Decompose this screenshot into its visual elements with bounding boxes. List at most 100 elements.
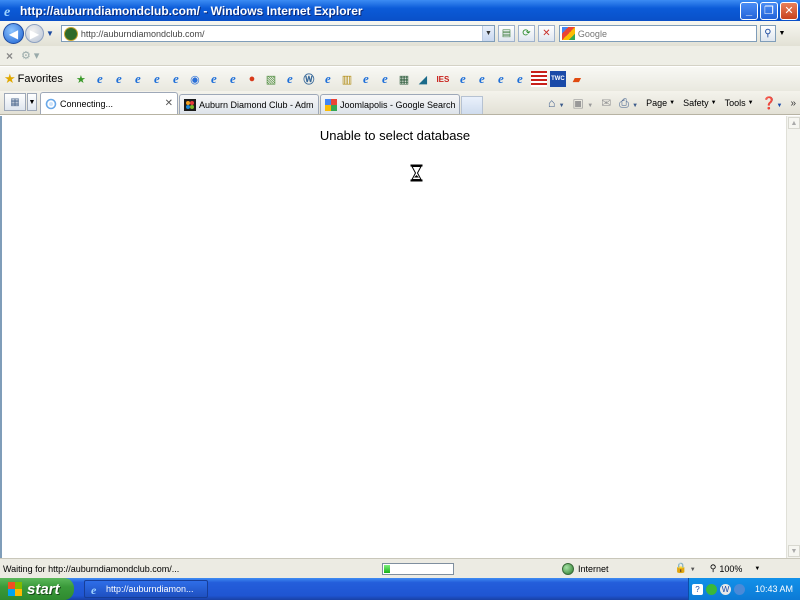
ie-window: e http://auburndiamondclub.com/ - Window… [0,0,800,600]
page-content: Unable to select database [0,116,786,558]
command-bar: ⌂ ▼ ▣ ▼ ✉ ⎙ ▼ Page ▼ Safety ▼ Tools ▼ ❓▼ » [487,92,800,114]
address-dropdown-icon[interactable]: ▼ [481,26,494,41]
google-favicon-icon [325,98,337,111]
favorite-grid-icon[interactable]: ▦ [396,71,412,87]
tab-auburn-admin[interactable]: Auburn Diamond Club - Admi... [179,94,319,114]
toolbar-options-icon[interactable]: ⚙ ▾ [21,49,39,62]
safety-menu[interactable]: Safety ▼ [683,98,716,108]
favorite-twc-icon[interactable]: TWC [549,71,566,87]
favorite-plane-icon[interactable]: ◢ [415,71,431,87]
favorites-bar: ★ Favorites ★ e e e e e ◉ e e ● ▧ e Ⓦ e … [0,67,800,91]
address-bar[interactable]: http://auburndiamondclub.com/ ▼ [60,25,495,42]
quick-tabs-button[interactable]: ▦ [4,93,26,111]
close-window-button[interactable]: ✕ [780,1,798,20]
tab-label: Joomlapolis - Google Search [340,99,455,110]
favorite-link-icon[interactable]: e [149,71,165,87]
taskbar-item-ie[interactable]: e http://auburndiamon... [84,580,208,598]
search-button[interactable]: ⚲ [759,25,776,42]
new-tab-button[interactable] [461,96,483,114]
favorite-link-icon[interactable]: e [455,71,471,87]
tools-menu[interactable]: Tools ▼ [725,98,754,108]
favorite-link-icon[interactable]: e [168,71,184,87]
favorite-globe-icon[interactable]: ◉ [187,71,203,87]
favorite-link-icon[interactable]: e [225,71,241,87]
zoom-control[interactable]: ⚲ 100% ▼ [710,563,761,574]
magnifier-icon: ⚲ [764,28,772,39]
toolbar-row: × ⚙ ▾ [0,46,800,66]
address-input[interactable]: http://auburndiamondclub.com/ [81,29,482,39]
close-toolbar-icon[interactable]: × [6,49,13,63]
favorite-us-flag-icon[interactable]: · [530,71,547,87]
network-tray-icon[interactable] [706,583,717,595]
error-message: Unable to select database [319,128,471,143]
joomla-logo-icon [184,98,196,111]
taskbar: start e http://auburndiamon... ? W 10:43… [0,578,800,600]
favorite-link-icon[interactable]: e [493,71,509,87]
add-favorite-icon[interactable]: ★ [73,71,89,87]
tab-connecting[interactable]: Connecting... ✕ [40,92,178,114]
tab-joomlapolis-search[interactable]: Joomlapolis - Google Search [320,94,460,114]
favorite-link-icon[interactable]: e [474,71,490,87]
back-button[interactable]: ◀ [3,23,24,44]
favorite-ies-icon[interactable]: IES [434,71,452,87]
title-bar[interactable]: e http://auburndiamondclub.com/ - Window… [0,0,800,21]
favorite-office-icon[interactable]: ▰ [569,71,585,87]
favorite-link-icon[interactable]: e [206,71,222,87]
svg-text:e: e [91,583,97,595]
feeds-icon[interactable]: ▣ ▼ [573,96,594,110]
minimize-button[interactable]: _ [740,1,758,20]
protected-mode-icon[interactable]: 🔒 ▼ [675,563,696,574]
favorites-button[interactable]: Favorites [18,73,63,85]
favorite-link-icon[interactable]: e [377,71,393,87]
security-zone[interactable]: Internet [562,562,609,575]
scroll-down-icon[interactable]: ▼ [788,545,800,557]
favorites-star-icon[interactable]: ★ [4,71,16,87]
safety-menu-label: Safety [683,98,709,108]
start-label: start [27,580,60,598]
stop-button[interactable]: ✕ [537,25,555,42]
search-input[interactable] [577,28,756,39]
tab-list-button[interactable]: ▼ [27,93,37,111]
refresh-button[interactable]: ⟳ [517,25,535,42]
favorite-chart-icon[interactable]: ▧ [263,71,279,87]
mail-icon[interactable]: ✉ [601,96,611,110]
zoom-level: 100% [719,563,743,574]
windows-logo-icon [8,582,22,596]
home-icon[interactable]: ⌂ ▼ [548,96,565,110]
favorite-link-icon[interactable]: e [358,71,374,87]
chevron-more-icon[interactable]: » [790,98,796,109]
vertical-scrollbar[interactable]: ▲ ▼ [786,116,800,558]
favorite-link-icon[interactable]: e [130,71,146,87]
volume-tray-icon[interactable] [734,583,745,595]
progress-fill [384,564,390,573]
favorite-link-icon[interactable]: e [282,71,298,87]
favorite-link-icon[interactable]: e [92,71,108,87]
search-box[interactable] [558,25,757,42]
google-logo-icon [561,27,575,40]
site-favicon-icon [63,26,78,41]
favorite-link-icon[interactable]: e [512,71,528,87]
forward-button[interactable]: ▶ [25,24,44,43]
favorite-wordpress-icon[interactable]: Ⓦ [301,71,317,87]
favorite-bars-icon[interactable]: ▥ [339,71,355,87]
restore-button[interactable]: ❐ [760,1,778,20]
favorite-link-icon[interactable]: e [320,71,336,87]
start-button[interactable]: start [0,578,74,600]
search-options-icon[interactable]: ▼ [777,25,787,42]
close-tab-icon[interactable]: ✕ [165,98,173,109]
print-icon[interactable]: ⎙ ▼ [619,96,638,111]
help-icon[interactable]: ❓▼ [762,96,783,110]
favorite-tomato-icon[interactable]: ● [244,71,260,87]
progress-bar [382,562,454,575]
update-tray-icon[interactable]: W [720,583,731,595]
favorite-link-icon[interactable]: e [111,71,127,87]
compatibility-view-button[interactable]: ▤ [497,25,515,42]
scroll-up-icon[interactable]: ▲ [788,117,800,129]
loading-spinner-icon [45,98,57,109]
tab-label: Connecting... [60,98,114,109]
tab-bar: ▦ ▼ Connecting... ✕ Auburn Diamond Club … [0,91,800,115]
recent-pages-dropdown-icon[interactable]: ▼ [46,29,54,38]
page-menu[interactable]: Page ▼ [646,98,675,108]
help-tray-icon[interactable]: ? [692,583,703,595]
zoom-magnifier-icon: ⚲ [709,563,717,573]
